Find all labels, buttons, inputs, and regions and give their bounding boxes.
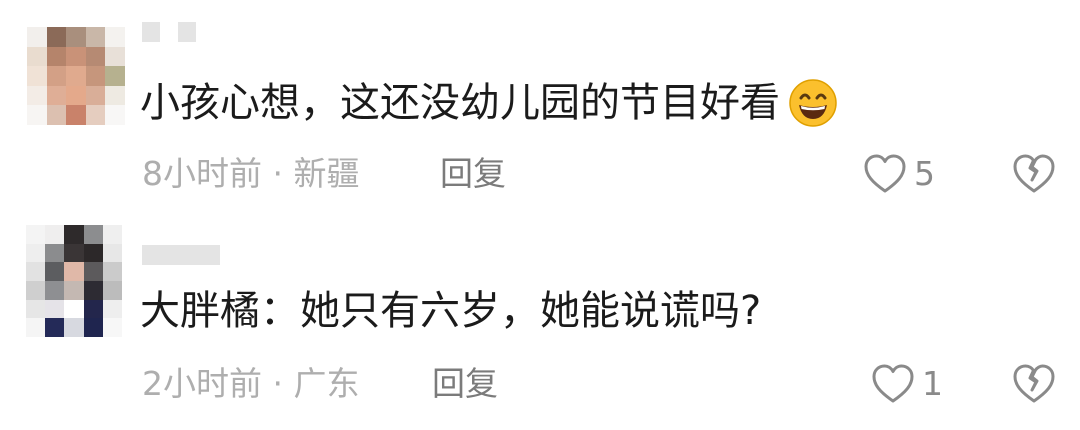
comment-time: 8小时前 (142, 154, 262, 193)
comment-item: 小孩心想，这还没幼儿园的节目好看 8小时前 · 新疆 回复 5 (0, 0, 1080, 215)
broken-heart-icon (1013, 364, 1055, 403)
avatar[interactable] (27, 27, 125, 125)
username-redacted[interactable] (142, 22, 196, 46)
dislike-button[interactable] (1010, 361, 1058, 411)
comment-location: 广东 (293, 364, 360, 403)
heart-outline-icon (872, 364, 914, 403)
username-redacted[interactable] (142, 245, 220, 269)
like-count: 1 (922, 364, 943, 403)
reply-button[interactable]: 回复 (432, 364, 498, 404)
like-button[interactable]: 5 (862, 151, 935, 197)
dislike-button[interactable] (1010, 151, 1058, 201)
like-count: 5 (914, 154, 935, 193)
comment-item: 大胖橘：她只有六岁，她能说谎吗? 2小时前 · 广东 回复 1 (0, 215, 1080, 430)
comment-text: 小孩心想，这还没幼儿园的节目好看 (140, 78, 838, 128)
reply-button[interactable]: 回复 (440, 154, 506, 194)
comment-meta: 2小时前 · 广东 (142, 364, 360, 404)
comment-time: 2小时前 (142, 364, 262, 403)
meta-separator: · (272, 154, 284, 193)
comment-text: 大胖橘：她只有六岁，她能说谎吗? (140, 288, 762, 334)
meta-separator: · (272, 364, 284, 403)
like-button[interactable]: 1 (870, 361, 943, 407)
avatar[interactable] (26, 225, 122, 337)
comment-meta: 8小时前 · 新疆 (142, 154, 360, 194)
heart-outline-icon (864, 154, 906, 193)
grinning-face-emoji (789, 79, 837, 127)
broken-heart-icon (1013, 154, 1055, 193)
comment-location: 新疆 (293, 154, 360, 193)
